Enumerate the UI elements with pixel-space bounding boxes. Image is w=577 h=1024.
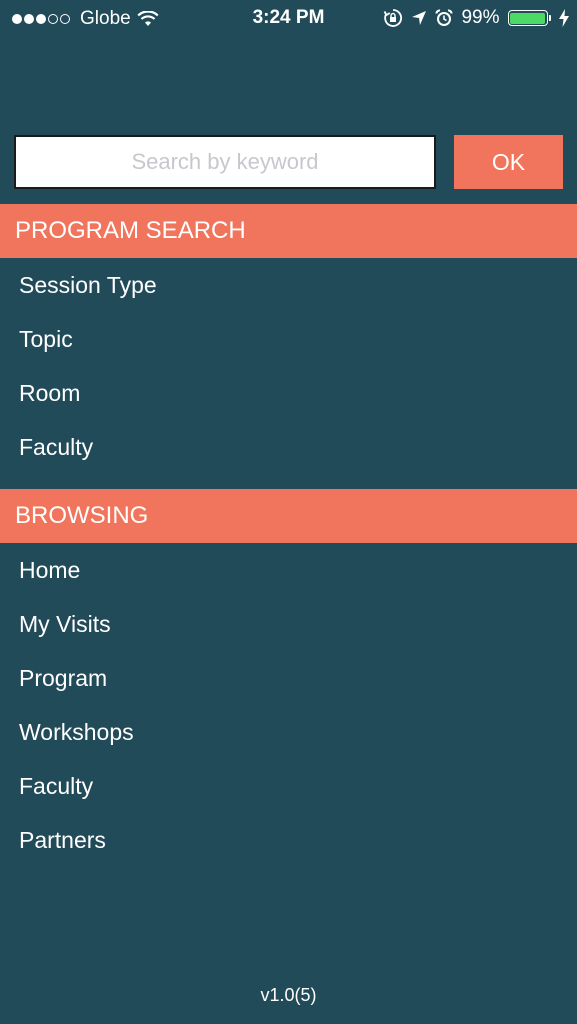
alarm-icon	[435, 9, 453, 27]
menu-item-topic[interactable]: Topic	[0, 312, 577, 366]
menu-item-program[interactable]: Program	[0, 651, 577, 705]
menu-item-my-visits[interactable]: My Visits	[0, 597, 577, 651]
location-arrow-icon	[411, 10, 427, 26]
search-row: OK	[14, 135, 563, 189]
charging-bolt-icon	[559, 9, 569, 27]
menu-item-session-type[interactable]: Session Type	[0, 258, 577, 312]
status-bar: Globe 3:24 PM 99%	[0, 0, 577, 38]
menu-item-workshops[interactable]: Workshops	[0, 705, 577, 759]
section-header-program-search: PROGRAM SEARCH	[0, 204, 577, 258]
battery-tip	[548, 15, 551, 21]
menu-item-faculty-search[interactable]: Faculty	[0, 420, 577, 474]
status-right: 99%	[383, 7, 569, 29]
menu-item-room[interactable]: Room	[0, 366, 577, 420]
section-header-browsing: BROWSING	[0, 489, 577, 543]
battery-fill	[510, 12, 545, 24]
program-search-list: Session Type Topic Room Faculty	[0, 258, 577, 474]
ok-button[interactable]: OK	[454, 135, 563, 189]
version-label: v1.0(5)	[260, 985, 317, 1005]
battery-icon	[507, 10, 551, 26]
menu-item-home[interactable]: Home	[0, 543, 577, 597]
search-input[interactable]	[14, 135, 436, 189]
menu-item-partners[interactable]: Partners	[0, 813, 577, 867]
battery-percent: 99%	[461, 7, 500, 28]
browsing-list: Home My Visits Program Workshops Faculty…	[0, 543, 577, 867]
orientation-lock-icon	[383, 8, 403, 28]
battery-body	[507, 10, 548, 26]
menu-item-faculty[interactable]: Faculty	[0, 759, 577, 813]
